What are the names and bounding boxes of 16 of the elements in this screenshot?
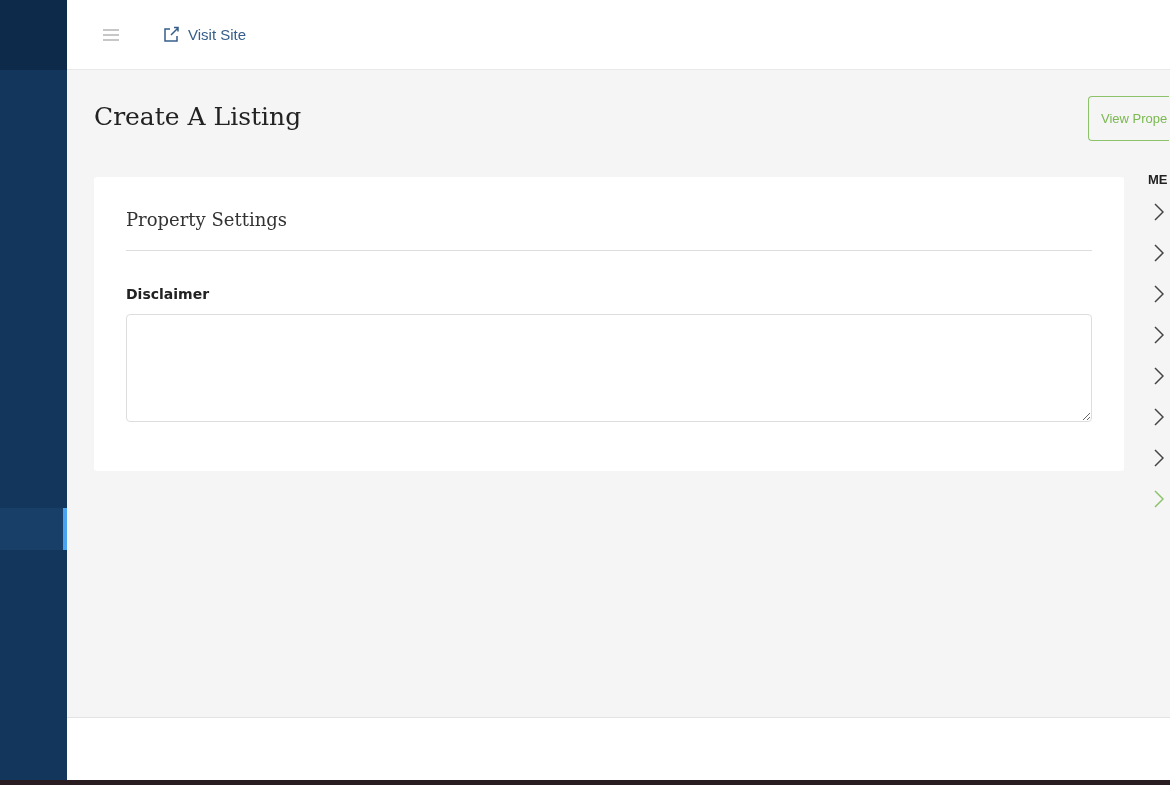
page-title: Create A Listing bbox=[94, 102, 302, 131]
disclaimer-field[interactable] bbox=[126, 314, 1092, 422]
chevron-icon[interactable] bbox=[1154, 367, 1164, 385]
field-label: Disclaimer bbox=[126, 286, 211, 302]
external-link-icon bbox=[163, 26, 180, 43]
chevron-icon[interactable] bbox=[1154, 326, 1164, 344]
chevron-icon[interactable] bbox=[1154, 449, 1164, 467]
chevron-icon[interactable] bbox=[1154, 203, 1164, 221]
card-title: Property Settings bbox=[126, 209, 288, 230]
chevron-icon[interactable] bbox=[1154, 285, 1164, 303]
chevron-icon[interactable] bbox=[1154, 408, 1164, 426]
sidebar-header bbox=[0, 0, 67, 70]
visit-site-link[interactable]: Visit Site bbox=[163, 26, 247, 43]
chevron-icon[interactable] bbox=[1154, 244, 1164, 262]
menu-heading: ME bbox=[1148, 172, 1168, 187]
sidebar-item[interactable] bbox=[0, 508, 67, 550]
